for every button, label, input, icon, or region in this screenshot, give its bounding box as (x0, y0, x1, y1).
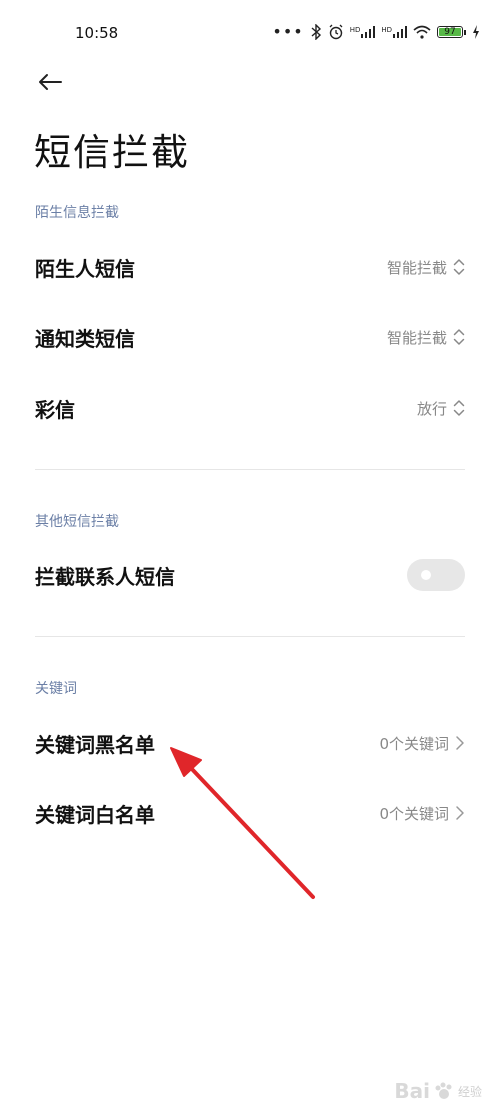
wifi-icon (413, 25, 431, 39)
status-icons: ••• HD HD 97 (272, 24, 480, 40)
row-label: 关键词黑名单 (35, 732, 155, 757)
row-label: 彩信 (35, 397, 75, 422)
section-header-other: 其他短信拦截 (35, 514, 119, 530)
toggle-knob (421, 570, 431, 580)
value-text: 智能拦截 (386, 258, 447, 277)
row-value: 智能拦截 (387, 327, 465, 348)
signal-1-icon: HD (350, 26, 376, 38)
row-keyword-blacklist[interactable]: 关键词黑名单 0个关键词 (35, 718, 465, 768)
bluetooth-icon (311, 24, 321, 40)
row-block-contacts-sms[interactable]: 拦截联系人短信 (35, 550, 465, 600)
row-stranger-sms[interactable]: 陌生人短信 智能拦截 (35, 242, 465, 292)
value-text: 智能拦截 (386, 328, 447, 347)
section-header-keywords: 关键词 (35, 681, 77, 697)
more-dots-icon: ••• (272, 22, 304, 41)
watermark: Bai 经验 (394, 1079, 482, 1103)
unfold-icon (453, 400, 465, 416)
paw-icon (435, 1082, 452, 1099)
section-header-stranger: 陌生信息拦截 (35, 205, 119, 221)
status-time: 10:58 (75, 24, 119, 42)
row-value: 放行 (417, 398, 465, 419)
divider (35, 636, 465, 637)
back-button[interactable] (30, 62, 70, 102)
alarm-icon (329, 24, 343, 40)
row-value: 智能拦截 (387, 257, 465, 278)
signal-2-icon: HD (381, 26, 407, 38)
watermark-logo: Bai (394, 1079, 430, 1103)
row-value: 0个关键词 (379, 803, 465, 824)
unfold-icon (453, 259, 465, 275)
row-label: 拦截联系人短信 (35, 564, 175, 589)
unfold-icon (453, 329, 465, 345)
battery-level: 97 (439, 28, 461, 37)
page-title: 短信拦截 (34, 131, 190, 174)
arrow-left-icon (39, 74, 62, 90)
row-value: 0个关键词 (379, 733, 465, 754)
row-notification-sms[interactable]: 通知类短信 智能拦截 (35, 312, 465, 362)
value-text: 0个关键词 (379, 804, 449, 823)
value-text: 放行 (416, 399, 447, 418)
divider (35, 469, 465, 470)
row-label: 陌生人短信 (35, 256, 135, 281)
row-label: 通知类短信 (35, 326, 135, 351)
block-contacts-toggle[interactable] (407, 559, 465, 591)
watermark-text: 经验 (457, 1084, 482, 1099)
row-keyword-whitelist[interactable]: 关键词白名单 0个关键词 (35, 788, 465, 838)
row-label: 关键词白名单 (35, 802, 155, 827)
signal-1-label: HD (349, 26, 361, 34)
signal-2-label: HD (381, 26, 392, 34)
row-mms[interactable]: 彩信 放行 (35, 383, 465, 433)
charging-icon (473, 25, 479, 39)
chevron-right-icon (456, 736, 464, 750)
chevron-right-icon (456, 806, 464, 820)
battery-icon: 97 (437, 26, 466, 38)
status-bar: 10:58 ••• HD HD 97 (0, 0, 500, 70)
value-text: 0个关键词 (379, 734, 449, 753)
